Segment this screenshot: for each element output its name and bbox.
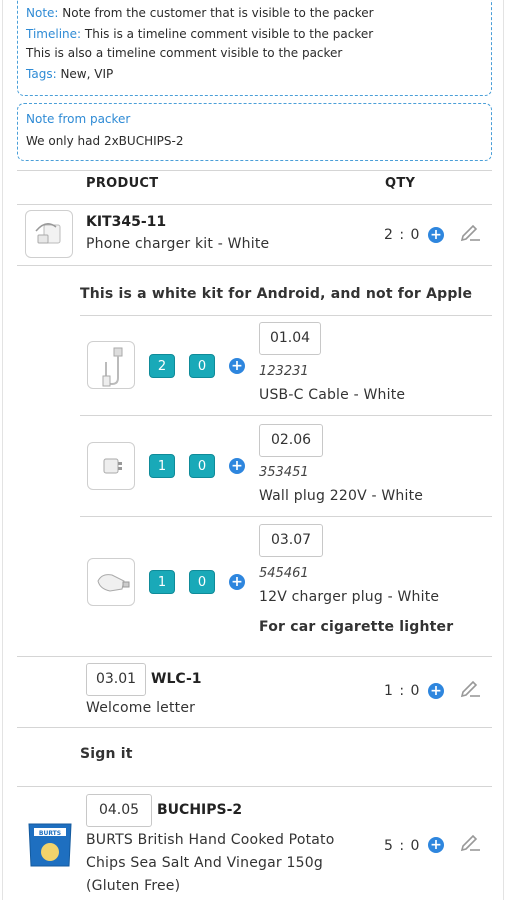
barcode-value: 123231 bbox=[259, 364, 309, 379]
location-field[interactable]: 02.06 bbox=[259, 424, 323, 457]
packer-note-label: Note from packer bbox=[26, 112, 131, 126]
timeline-comment-2: This is also a timeline comment visible … bbox=[26, 46, 343, 60]
component-name: Wall plug 220V - White bbox=[259, 488, 424, 504]
column-header-product: PRODUCT bbox=[86, 176, 159, 191]
edit-icon[interactable] bbox=[459, 225, 481, 243]
location-field[interactable]: 03.01 bbox=[86, 663, 146, 696]
barcode-value: 353451 bbox=[259, 465, 309, 480]
column-header-qty: QTY bbox=[385, 176, 416, 191]
component-note: For car cigarette lighter bbox=[259, 619, 454, 635]
component-thumbnail[interactable] bbox=[87, 442, 135, 490]
product-sku: BUCHIPS-2 bbox=[157, 802, 243, 818]
chips-bag-icon: BURTS bbox=[28, 823, 72, 867]
location-field[interactable]: 04.05 bbox=[86, 794, 152, 827]
order-notes-box: Note: Note from the customer that is vis… bbox=[17, 0, 492, 96]
add-component-button[interactable]: + bbox=[229, 458, 245, 474]
add-quantity-button[interactable]: + bbox=[428, 227, 444, 243]
note-text: Note from the customer that is visible t… bbox=[62, 6, 374, 20]
add-component-button[interactable]: + bbox=[229, 358, 245, 374]
tags-text: New, VIP bbox=[60, 67, 114, 81]
car-charger-icon bbox=[97, 574, 130, 592]
divider bbox=[80, 516, 492, 517]
product-name-line-2: Chips Sea Salt And Vinegar 150g bbox=[86, 855, 323, 871]
add-quantity-button[interactable]: + bbox=[428, 683, 444, 699]
product-thumbnail[interactable] bbox=[25, 210, 73, 258]
product-sku: WLC-1 bbox=[151, 671, 202, 687]
edit-icon[interactable] bbox=[459, 835, 481, 853]
packing-order-panel: Note: Note from the customer that is vis… bbox=[2, 0, 504, 900]
missing-count-badge[interactable]: 0 bbox=[189, 354, 215, 378]
picked-count-badge[interactable]: 1 bbox=[149, 570, 175, 594]
divider bbox=[17, 656, 492, 657]
line-note: Sign it bbox=[80, 746, 133, 762]
location-field[interactable]: 01.04 bbox=[259, 322, 321, 355]
timeline-comment-1: This is a timeline comment visible to th… bbox=[84, 27, 374, 41]
line-note: This is a white kit for Android, and not… bbox=[80, 286, 473, 302]
product-name: Welcome letter bbox=[86, 700, 196, 716]
divider bbox=[17, 786, 492, 787]
usb-cable-icon bbox=[102, 347, 123, 387]
component-thumbnail[interactable] bbox=[87, 558, 135, 606]
product-name: Phone charger kit - White bbox=[86, 236, 270, 252]
tags-label: Tags: bbox=[26, 67, 57, 81]
component-thumbnail[interactable] bbox=[87, 341, 135, 389]
divider bbox=[80, 415, 492, 416]
packer-note-text: We only had 2xBUCHIPS-2 bbox=[26, 134, 184, 148]
picked-count-badge[interactable]: 2 bbox=[149, 354, 175, 378]
divider bbox=[17, 727, 492, 728]
phone-charger-kit-icon bbox=[35, 223, 61, 244]
product-sku: KIT345-11 bbox=[86, 214, 167, 230]
note-label: Note: bbox=[26, 6, 59, 20]
component-name: USB-C Cable - White bbox=[259, 387, 406, 403]
timeline-label: Timeline: bbox=[26, 27, 82, 41]
packer-note-box: Note from packer We only had 2xBUCHIPS-2 bbox=[17, 103, 492, 161]
quantity-value: 1 : 0 bbox=[384, 683, 421, 699]
divider bbox=[80, 315, 492, 316]
quantity-value: 2 : 0 bbox=[384, 227, 421, 243]
product-name-line-3: (Gluten Free) bbox=[86, 878, 181, 894]
divider bbox=[17, 204, 492, 205]
component-name: 12V charger plug - White bbox=[259, 589, 440, 605]
quantity-value: 5 : 0 bbox=[384, 838, 421, 854]
divider bbox=[17, 170, 492, 171]
missing-count-badge[interactable]: 0 bbox=[189, 570, 215, 594]
location-field[interactable]: 03.07 bbox=[259, 524, 323, 557]
add-component-button[interactable]: + bbox=[229, 574, 245, 590]
product-name-line-1: BURTS British Hand Cooked Potato bbox=[86, 832, 335, 848]
add-quantity-button[interactable]: + bbox=[428, 837, 444, 853]
brand-label: BURTS bbox=[39, 830, 61, 837]
product-thumbnail[interactable]: BURTS bbox=[25, 820, 75, 870]
missing-count-badge[interactable]: 0 bbox=[189, 454, 215, 478]
wall-plug-icon bbox=[103, 458, 122, 474]
edit-icon[interactable] bbox=[459, 681, 481, 699]
picked-count-badge[interactable]: 1 bbox=[149, 454, 175, 478]
barcode-value: 545461 bbox=[259, 566, 309, 581]
divider bbox=[17, 265, 492, 266]
